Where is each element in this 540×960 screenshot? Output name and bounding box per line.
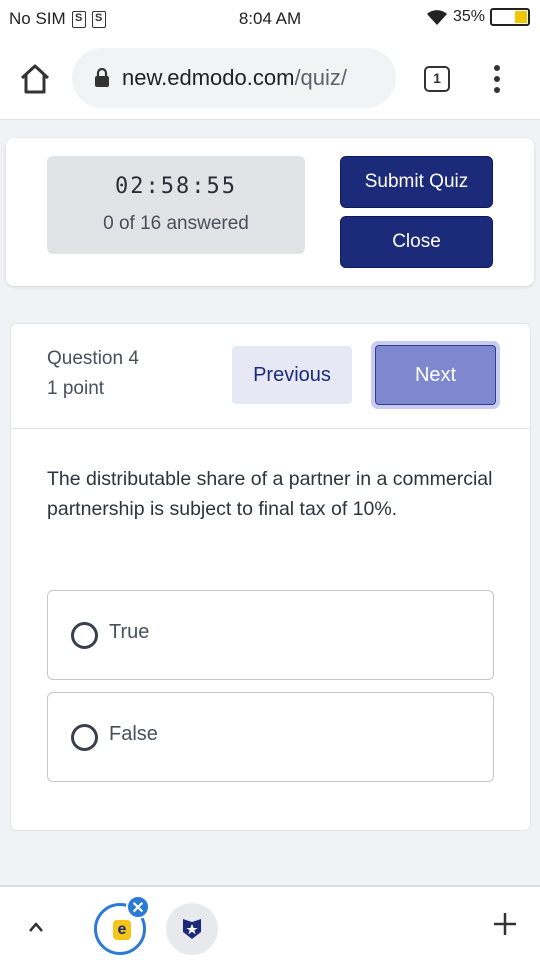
plus-icon[interactable] xyxy=(492,911,518,937)
close-tab-icon[interactable]: ✕ xyxy=(126,895,150,919)
bottom-toolbar: e ✕ xyxy=(0,885,540,960)
wifi-icon xyxy=(426,10,447,25)
close-button[interactable]: Close xyxy=(340,216,493,268)
quiz-header: 02:58:55 0 of 16 answered Submit Quiz Cl… xyxy=(6,138,534,286)
previous-button[interactable]: Previous xyxy=(232,346,352,404)
question-number: Question 4 xyxy=(47,348,139,369)
status-bar: No SIM S S 8:04 AM 35% xyxy=(0,0,540,38)
chevron-up-icon[interactable] xyxy=(28,919,44,935)
question-card: Question 4 1 point Previous Next The dis… xyxy=(10,323,531,831)
edmodo-logo-icon: e xyxy=(113,920,131,940)
question-header: Question 4 1 point Previous Next xyxy=(11,324,530,429)
answered-count: 0 of 16 answered xyxy=(103,213,249,234)
option-label: False xyxy=(109,723,158,745)
address-bar[interactable]: new.edmodo.com/quiz/ xyxy=(72,48,396,108)
shield-star-icon xyxy=(183,919,201,939)
status-right: 35% xyxy=(426,8,530,26)
submit-quiz-button[interactable]: Submit Quiz xyxy=(340,156,493,208)
url-host: new.edmodo.com xyxy=(122,65,295,90)
question-points: 1 point xyxy=(47,378,105,399)
radio-icon[interactable] xyxy=(71,724,98,751)
home-icon[interactable] xyxy=(18,62,52,96)
option-label: True xyxy=(109,621,150,643)
battery-icon xyxy=(490,8,530,26)
timer-panel: 02:58:55 0 of 16 answered xyxy=(47,156,305,254)
answer-option-false[interactable]: False xyxy=(47,692,494,782)
quiz-timer: 02:58:55 xyxy=(115,174,237,199)
question-text: The distributable share of a partner in … xyxy=(47,468,493,520)
radio-icon[interactable] xyxy=(71,622,98,649)
bookmark-tab[interactable] xyxy=(166,903,218,955)
url-text: new.edmodo.com/quiz/ xyxy=(122,65,347,91)
browser-toolbar: new.edmodo.com/quiz/ 1 xyxy=(0,38,540,120)
tabs-icon[interactable]: 1 xyxy=(424,66,450,92)
next-button[interactable]: Next xyxy=(375,345,496,405)
battery-percent: 35% xyxy=(452,8,485,25)
url-path: /quiz/ xyxy=(294,65,348,90)
lock-icon xyxy=(95,68,109,87)
answer-option-true[interactable]: True xyxy=(47,590,494,680)
next-button-focus-ring: Next xyxy=(371,341,500,409)
menu-icon[interactable] xyxy=(490,62,504,96)
